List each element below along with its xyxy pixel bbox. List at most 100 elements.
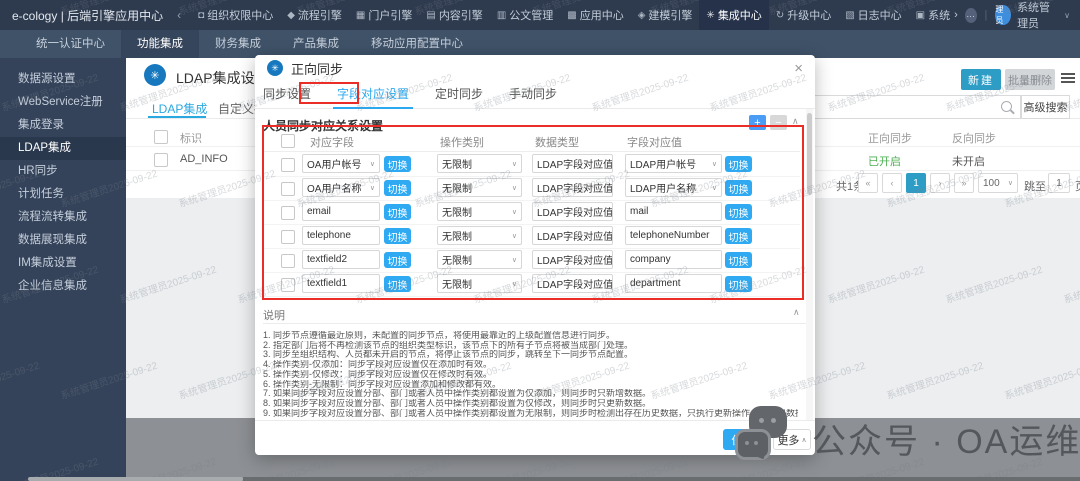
- user-menu-caret-icon[interactable]: ∨: [1064, 11, 1070, 20]
- log-center-icon: ▧: [845, 10, 854, 21]
- col-header-forward: 正向同步: [868, 130, 912, 146]
- row-forward-status: 已开启: [868, 153, 901, 169]
- advanced-search-button[interactable]: 高级搜索: [1021, 95, 1070, 119]
- top-nav-label: 组织权限中心: [207, 7, 273, 23]
- tab-ldap-integration[interactable]: LDAP集成: [152, 100, 207, 117]
- search-icon: [1001, 101, 1012, 112]
- sidebar-item-数据展现集成[interactable]: 数据展现集成: [0, 229, 126, 252]
- top-nav-label: 升级中心: [787, 7, 831, 23]
- sidebar-item-HR同步[interactable]: HR同步: [0, 160, 126, 183]
- note-line-item: 8. 如果同步字段对应设置分部、部门或者人员中操作类别都设置为仅修改，则同步时只…: [263, 399, 798, 409]
- workflow-engine-icon: ◆: [287, 10, 295, 21]
- sync-icon: ✳: [267, 60, 283, 76]
- top-nav-item-升级中心[interactable]: ↻升级中心: [769, 0, 838, 30]
- top-nav-bar: e-cology | 后端引擎应用中心 ‹ ◘组织权限中心◆流程引擎▦门户引擎▤…: [0, 0, 1080, 30]
- top-nav-item-组织权限中心[interactable]: ◘组织权限中心: [191, 0, 280, 30]
- top-nav-item-日志中心[interactable]: ▧ 日志中心: [838, 0, 908, 30]
- list-view-icon[interactable]: [1061, 73, 1075, 85]
- chevron-up-icon: ∧: [801, 436, 806, 444]
- username-label[interactable]: 系统管理员: [1017, 0, 1060, 31]
- app-brand: e-cology | 后端引擎应用中心: [12, 7, 163, 24]
- org-permission-icon: ◘: [198, 10, 204, 21]
- sidebar-item-LDAP集成[interactable]: LDAP集成: [0, 137, 126, 160]
- top-nav-label: 日志中心: [858, 7, 902, 23]
- collapse-notes-icon[interactable]: ∧: [793, 307, 800, 318]
- row-reverse-status: 未开启: [952, 153, 985, 169]
- sidebar: 数据源设置WebService注册集成登录LDAP集成HR同步计划任务流程流转集…: [0, 58, 126, 481]
- top-nav-item-集成中心[interactable]: ✳集成中心: [699, 0, 768, 30]
- top-nav-item-建模引擎[interactable]: ◈建模引擎: [631, 0, 700, 30]
- horizontal-scrollbar-track[interactable]: [243, 477, 1080, 481]
- annotation-box-tab: [299, 82, 359, 104]
- subnav-item-统一认证中心[interactable]: 统一认证中心: [20, 30, 121, 58]
- top-nav-item-内容引擎[interactable]: ▤内容引擎: [419, 0, 489, 30]
- app-canvas: e-cology | 后端引擎应用中心 ‹ ◘组织权限中心◆流程引擎▦门户引擎▤…: [0, 0, 1080, 481]
- note-line-item: 7. 如果同步字段对应设置分部、部门或者人员中操作类别都设置为仅添加，则同步时只…: [263, 389, 798, 399]
- sub-nav-bar: 统一认证中心功能集成财务集成产品集成移动应用配置中心: [0, 30, 1080, 58]
- modal-title: 正向同步: [291, 59, 343, 78]
- topbar-divider: |: [985, 9, 988, 21]
- create-button[interactable]: 新建: [961, 69, 1001, 90]
- modal-scrollbar-track: [806, 109, 813, 420]
- col-header-id: 标识: [180, 130, 202, 146]
- modal-scrollbar-thumb[interactable]: [807, 113, 812, 195]
- more-options-icon[interactable]: …: [965, 8, 977, 23]
- note-line-item: 2. 指定部门后将不再检测该节点的组织类型标识，该节点下的所有子节点将被当成部门…: [263, 341, 798, 351]
- system-icon: ▣: [916, 10, 925, 21]
- ldap-settings-icon: ✳: [144, 64, 166, 86]
- nav-back-icon[interactable]: ‹: [177, 8, 181, 22]
- wechat-icon: [735, 406, 799, 464]
- note-line-item: 4. 操作类别-仅添加：同步字段对应设置仅在添加时有效。: [263, 360, 798, 370]
- subnav-item-财务集成[interactable]: 财务集成: [199, 30, 277, 58]
- top-nav-item-流程引擎[interactable]: ◆流程引擎: [280, 0, 349, 30]
- pagination-nav-button[interactable]: »: [954, 173, 974, 193]
- official-doc-icon: ▥: [497, 10, 506, 21]
- sidebar-item-企业信息集成[interactable]: 企业信息集成: [0, 275, 126, 298]
- row-id-cell[interactable]: AD_INFO: [180, 153, 228, 165]
- top-nav-item-公文管理[interactable]: ▥公文管理: [490, 0, 560, 30]
- sidebar-item-IM集成设置[interactable]: IM集成设置: [0, 252, 126, 275]
- batch-delete-button[interactable]: 批量删除: [1005, 69, 1055, 90]
- pagination-nav-button[interactable]: ‹: [882, 173, 902, 193]
- top-nav-label: 门户引擎: [368, 7, 412, 23]
- col-header-reverse: 反向同步: [952, 130, 996, 146]
- top-nav-label: 内容引擎: [439, 7, 483, 23]
- pagination-page-button[interactable]: 1: [906, 173, 926, 193]
- note-line-item: 6. 操作类别-无限制：同步字段对应设置添加和修改都有效。: [263, 380, 798, 390]
- notes-divider: [263, 323, 807, 324]
- subnav-item-功能集成[interactable]: 功能集成: [121, 30, 199, 58]
- pagination-nav-button[interactable]: «: [858, 173, 878, 193]
- jump-page-input[interactable]: [1048, 173, 1070, 193]
- page-size-select[interactable]: 100∨: [978, 173, 1018, 193]
- user-avatar[interactable]: 理员: [995, 5, 1011, 25]
- top-nav-item-应用中心[interactable]: ▩应用中心: [560, 0, 630, 30]
- top-nav-label: 流程引擎: [298, 7, 342, 23]
- row-checkbox[interactable]: [154, 153, 168, 167]
- modal-header: ✳ 正向同步 ×: [255, 55, 815, 81]
- annotation-box-table: [262, 125, 804, 300]
- modeling-engine-icon: ◈: [638, 10, 646, 21]
- modal-tab-定时同步[interactable]: 定时同步: [435, 81, 483, 109]
- chevron-down-icon: ∨: [1008, 179, 1013, 187]
- notes-title: 说明: [263, 307, 285, 323]
- subnav-item-产品集成[interactable]: 产品集成: [277, 30, 355, 58]
- horizontal-scrollbar-thumb[interactable]: [28, 477, 243, 481]
- notes-list: 1. 同步节点遵循最近原则，未配置的同步节点，将使用最靠近的上级配置信息进行同步…: [263, 331, 798, 418]
- modal-tab-手动同步[interactable]: 手动同步: [509, 81, 557, 109]
- app-center-icon: ▩: [567, 10, 576, 21]
- top-nav-item-门户引擎[interactable]: ▦门户引擎: [349, 0, 419, 30]
- pagination-nav-button[interactable]: ›: [930, 173, 950, 193]
- sidebar-item-集成登录[interactable]: 集成登录: [0, 114, 126, 137]
- sidebar-item-WebService注册[interactable]: WebService注册: [0, 91, 126, 114]
- subnav-item-移动应用配置中心[interactable]: 移动应用配置中心: [355, 30, 479, 58]
- sidebar-item-数据源设置[interactable]: 数据源设置: [0, 68, 126, 91]
- top-nav-item-系统[interactable]: ▣系统 ›: [909, 0, 965, 30]
- nav-overflow-icon[interactable]: ›: [954, 9, 958, 21]
- note-line-item: 1. 同步节点遵循最近原则，未配置的同步节点，将使用最靠近的上级配置信息进行同步…: [263, 331, 798, 341]
- sidebar-item-计划任务[interactable]: 计划任务: [0, 183, 126, 206]
- sidebar-item-流程流转集成[interactable]: 流程流转集成: [0, 206, 126, 229]
- note-line-item: 9. 如果同步字段对应设置分部、部门或者人员中操作类别都设置为无限制，则同步时检…: [263, 409, 798, 419]
- select-all-checkbox[interactable]: [154, 130, 168, 144]
- close-icon[interactable]: ×: [794, 61, 803, 76]
- upgrade-center-icon: ↻: [776, 10, 784, 21]
